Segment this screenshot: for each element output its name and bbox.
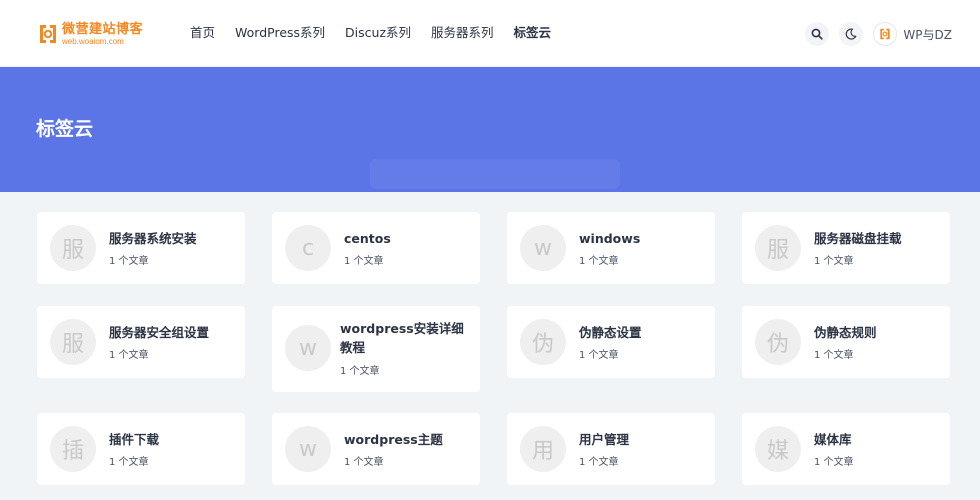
tag-name: wordpress安装详细教程 bbox=[340, 321, 464, 355]
tag-avatar: w bbox=[285, 325, 331, 371]
tag-name: 服务器系统安装 bbox=[109, 231, 197, 246]
tag-card[interactable]: 插 插件下载 1 个文章 bbox=[37, 413, 245, 485]
tag-avatar: c bbox=[285, 225, 331, 271]
tag-card[interactable]: w windows 1 个文章 bbox=[507, 212, 715, 284]
tag-card[interactable]: 服 服务器磁盘挂载 1 个文章 bbox=[742, 212, 950, 284]
theme-toggle-button[interactable] bbox=[839, 22, 864, 46]
tag-card[interactable]: w wordpress主题 1 个文章 bbox=[272, 413, 480, 485]
nav-item-home[interactable]: 首页 bbox=[190, 24, 215, 42]
tag-count: 1 个文章 bbox=[814, 350, 854, 361]
logo-subtitle: web.woaiom.com bbox=[62, 36, 124, 46]
tag-name: 媒体库 bbox=[814, 432, 852, 447]
user-avatar-logo-icon bbox=[880, 28, 891, 40]
search-button[interactable] bbox=[805, 22, 830, 46]
tag-avatar: 插 bbox=[50, 426, 96, 472]
tag-name: 插件下载 bbox=[109, 432, 160, 447]
tag-name: wordpress主题 bbox=[344, 432, 443, 447]
logo-mark-icon bbox=[37, 22, 59, 46]
tag-avatar: w bbox=[285, 426, 331, 472]
search-icon bbox=[812, 28, 824, 40]
nav-item-wordpress[interactable]: WordPress系列 bbox=[235, 24, 325, 42]
tag-count: 1 个文章 bbox=[340, 366, 380, 377]
tag-name: 服务器磁盘挂载 bbox=[814, 231, 902, 246]
tag-avatar: 伪 bbox=[755, 319, 801, 365]
avatar bbox=[873, 22, 898, 46]
tag-name: centos bbox=[344, 231, 391, 246]
tag-name: 服务器安全组设置 bbox=[109, 325, 210, 340]
tag-card[interactable]: 媒 媒体库 1 个文章 bbox=[742, 413, 950, 485]
tag-count: 1 个文章 bbox=[109, 457, 149, 468]
tag-count: 1 个文章 bbox=[579, 256, 619, 267]
user-menu[interactable]: WP与DZ bbox=[873, 22, 952, 46]
tag-name: 伪静态设置 bbox=[579, 325, 642, 340]
tag-card[interactable]: 服 服务器安全组设置 1 个文章 bbox=[37, 306, 245, 378]
nav-item-tag-cloud[interactable]: 标签云 bbox=[514, 24, 552, 42]
tag-name: windows bbox=[579, 231, 641, 246]
page-banner: 标签云 bbox=[0, 67, 980, 192]
site-header: 微营建站博客 web.woaiom.com 首页 WordPress系列 Dis… bbox=[0, 0, 980, 67]
tag-avatar: 媒 bbox=[755, 426, 801, 472]
tag-count: 1 个文章 bbox=[344, 457, 384, 468]
tag-card[interactable]: 服 服务器系统安装 1 个文章 bbox=[37, 212, 245, 284]
tag-name: 用户管理 bbox=[579, 432, 630, 447]
nav-item-discuz[interactable]: Discuz系列 bbox=[345, 24, 411, 42]
tag-count: 1 个文章 bbox=[814, 457, 854, 468]
tag-card[interactable]: 用 用户管理 1 个文章 bbox=[507, 413, 715, 485]
tag-card[interactable]: c centos 1 个文章 bbox=[272, 212, 480, 284]
site-logo[interactable]: 微营建站博客 web.woaiom.com bbox=[37, 20, 143, 48]
tag-avatar: 伪 bbox=[520, 319, 566, 365]
tag-card[interactable]: w wordpress安装详细教程 1 个文章 bbox=[272, 306, 480, 392]
tag-count: 1 个文章 bbox=[109, 256, 149, 267]
tag-card[interactable]: 伪 伪静态规则 1 个文章 bbox=[742, 306, 950, 378]
tag-count: 1 个文章 bbox=[579, 457, 619, 468]
tag-count: 1 个文章 bbox=[344, 256, 384, 267]
moon-icon bbox=[846, 28, 857, 40]
tag-card[interactable]: 伪 伪静态设置 1 个文章 bbox=[507, 306, 715, 378]
tag-avatar: w bbox=[520, 225, 566, 271]
tag-avatar: 服 bbox=[755, 225, 801, 271]
logo-text: 微营建站博客 web.woaiom.com bbox=[62, 23, 143, 46]
tag-count: 1 个文章 bbox=[814, 256, 854, 267]
user-name: WP与DZ bbox=[903, 27, 952, 42]
tag-count: 1 个文章 bbox=[579, 350, 619, 361]
main-nav: 首页 WordPress系列 Discuz系列 服务器系列 标签云 bbox=[190, 24, 551, 42]
nav-item-server[interactable]: 服务器系列 bbox=[431, 24, 494, 42]
tag-count: 1 个文章 bbox=[109, 350, 149, 361]
logo-title: 微营建站博客 bbox=[62, 21, 144, 37]
tag-name: 伪静态规则 bbox=[814, 325, 877, 340]
page-title: 标签云 bbox=[36, 118, 94, 140]
banner-decoration bbox=[370, 159, 620, 189]
tag-avatar: 用 bbox=[520, 426, 566, 472]
tag-avatar: 服 bbox=[50, 225, 96, 271]
header-tools: WP与DZ bbox=[805, 22, 952, 46]
tag-avatar: 服 bbox=[50, 319, 96, 365]
